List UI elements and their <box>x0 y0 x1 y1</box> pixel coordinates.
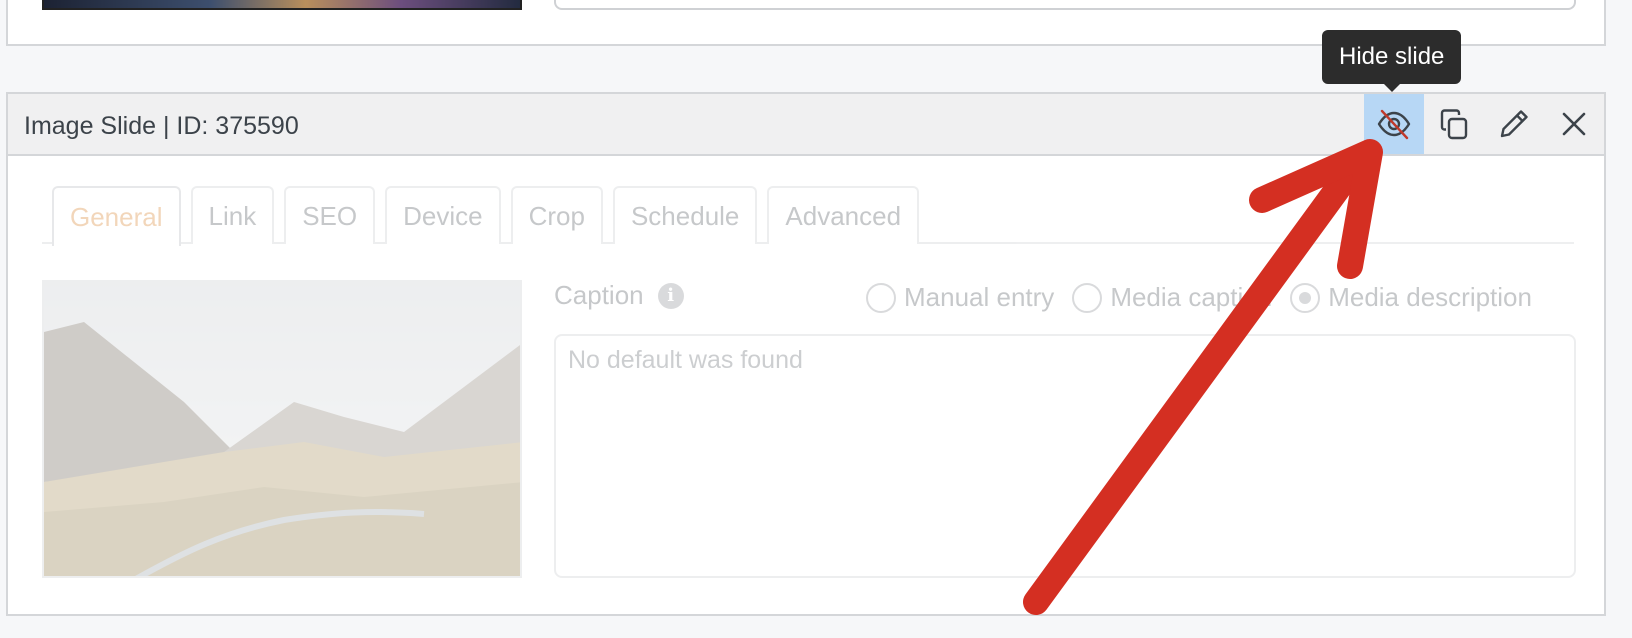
radio-label: Media description <box>1328 282 1532 312</box>
slide-title: Image Slide | ID: 375590 <box>24 112 299 140</box>
tab-schedule[interactable]: Schedule <box>612 186 758 244</box>
slide-actions <box>1364 94 1604 154</box>
radio-button[interactable] <box>1072 282 1103 313</box>
tab-crop[interactable]: Crop <box>510 186 603 244</box>
pencil-icon <box>1500 110 1528 138</box>
caption-label-text: Caption <box>554 280 644 310</box>
info-icon[interactable]: i <box>657 282 684 309</box>
copy-icon <box>1440 109 1468 140</box>
eye-slash-icon <box>1377 109 1411 140</box>
slide-thumbnail[interactable] <box>42 280 522 578</box>
radio-button[interactable] <box>866 282 896 313</box>
radio-label: Media caption <box>1110 282 1273 312</box>
mountain-landscape-image <box>44 282 520 576</box>
radio-label: Manual entry <box>904 282 1055 312</box>
tab-advanced[interactable]: Advanced <box>767 186 920 244</box>
caption-source-options: Manual entry Media caption Media descrip… <box>866 282 1532 313</box>
caption-textarea[interactable]: No default was found <box>554 334 1576 578</box>
previous-caption-textarea[interactable] <box>554 0 1576 10</box>
image-slide-panel: Image Slide | ID: 375590 General Link SE… <box>6 92 1606 616</box>
delete-slide-button[interactable] <box>1544 94 1604 154</box>
hide-slide-button[interactable] <box>1364 94 1424 154</box>
slide-header: Image Slide | ID: 375590 <box>8 94 1604 156</box>
previous-slide-thumbnail <box>42 0 522 10</box>
caption-label: Caption i <box>554 280 684 311</box>
slide-body-disabled: General Link SEO Device Crop Schedule Ad… <box>8 156 1604 616</box>
tab-link[interactable]: Link <box>190 186 275 244</box>
tab-seo[interactable]: SEO <box>284 186 376 244</box>
slide-tabs: General Link SEO Device Crop Schedule Ad… <box>42 186 1574 246</box>
tooltip-text: Hide slide <box>1339 43 1445 70</box>
edit-slide-button[interactable] <box>1484 94 1544 154</box>
radio-manual-entry[interactable]: Manual entry <box>866 282 1054 313</box>
close-icon <box>1562 112 1586 136</box>
tab-device[interactable]: Device <box>385 186 501 244</box>
duplicate-slide-button[interactable] <box>1424 94 1484 154</box>
radio-media-description[interactable]: Media description <box>1290 282 1532 313</box>
caption-placeholder: No default was found <box>568 346 803 374</box>
radio-media-caption[interactable]: Media caption <box>1072 282 1272 313</box>
tab-general[interactable]: General <box>52 186 181 246</box>
hide-slide-tooltip: Hide slide <box>1322 30 1462 92</box>
radio-button-checked[interactable] <box>1290 282 1321 313</box>
